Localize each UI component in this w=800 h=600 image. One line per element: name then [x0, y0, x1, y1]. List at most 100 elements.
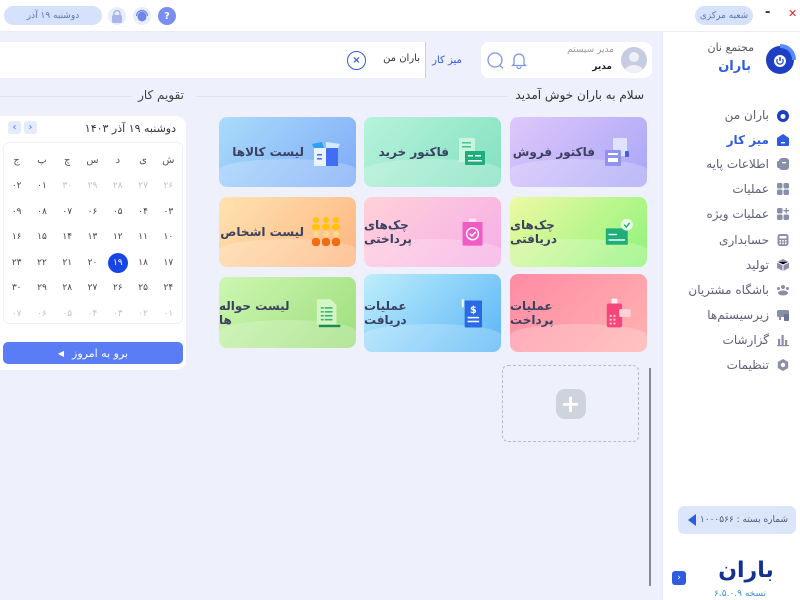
calendar-day-today[interactable]: ۱۹ — [105, 250, 130, 276]
avatar[interactable] — [621, 47, 647, 73]
weekday-header: پ — [37, 155, 47, 167]
card-paid-checks[interactable]: چک‌های پرداختی — [364, 197, 501, 267]
calendar-day-number: ۲۹ — [87, 181, 98, 192]
calendar-day[interactable]: ۱۲ — [105, 225, 130, 251]
calendar-day-number: ۲۳ — [11, 257, 22, 268]
calendar-day[interactable]: ۲۳ — [4, 250, 29, 276]
calendar-day[interactable]: ۲۹ — [29, 276, 54, 302]
calendar-day[interactable]: ۲۷ — [80, 276, 105, 302]
calendar-day[interactable]: ۰۹ — [4, 199, 29, 225]
calendar-day[interactable]: ۰۵ — [105, 199, 130, 225]
sidebar-item-settings[interactable]: تنظیمات — [662, 353, 800, 377]
close-window-button[interactable]: ✕ — [788, 7, 797, 20]
card-transfers-list[interactable]: لیست حواله ها — [219, 277, 356, 348]
calendar-day[interactable]: ۲۶ — [156, 174, 181, 200]
close-tab-icon[interactable]: × — [347, 51, 366, 70]
go-to-today-button[interactable]: برو به امروز ◀ — [3, 342, 183, 364]
calendar-day-number: ۳۰ — [62, 181, 73, 192]
calendar-day[interactable]: ۰۷ — [55, 199, 80, 225]
calendar-day[interactable]: ۱۳ — [80, 225, 105, 251]
card-received-checks[interactable]: چک‌های دریافتی — [510, 197, 647, 267]
welcome-divider — [196, 96, 508, 97]
sidebar-item-label: تنظیمات — [726, 358, 769, 372]
card-receive-operations[interactable]: $ عملیات دریافت — [364, 274, 501, 352]
card-payment-operations[interactable]: عملیات پرداخت — [510, 274, 647, 352]
package-number-badge: شماره بسته : ۱۰۰۰۵۶۶ — [678, 506, 796, 534]
calendar-day[interactable]: ۰۱ — [29, 174, 54, 200]
calendar-day[interactable]: ۲۷ — [130, 174, 155, 200]
sidebar-item-my-baran[interactable]: باران من — [662, 103, 800, 127]
calendar-day-number: ۰۱ — [163, 308, 174, 319]
sidebar-item-production[interactable]: تولید — [662, 253, 800, 277]
calendar-day[interactable]: ۰۸ — [29, 199, 54, 225]
calendar-day[interactable]: ۲۶ — [105, 276, 130, 302]
sidebar-item-subsystems[interactable]: زیرسیستم‌ها — [662, 303, 800, 327]
help-icon[interactable]: ? — [158, 7, 176, 25]
calendar-day[interactable]: ۱۷ — [156, 250, 181, 276]
tab-my-baran[interactable]: باران من — [383, 53, 420, 64]
calendar-day[interactable]: ۳۰ — [55, 174, 80, 200]
calendar-day[interactable]: ۰۳ — [156, 199, 181, 225]
calendar-day[interactable]: ۱۸ — [130, 250, 155, 276]
calendar-day[interactable]: ۰۷ — [4, 301, 29, 327]
calendar-day[interactable]: ۰۴ — [80, 301, 105, 327]
calendar-day[interactable]: ۱۱ — [130, 225, 155, 251]
sidebar-item-reports[interactable]: گزارشات — [662, 328, 800, 352]
sidebar-item-operations[interactable]: عملیات — [662, 177, 800, 201]
calendar-day[interactable]: ۳۰ — [4, 276, 29, 302]
calendar-day[interactable]: ۲۸ — [105, 174, 130, 200]
calendar-next-month-button[interactable]: › — [24, 121, 37, 134]
calendar-day-number: ۱۶ — [11, 232, 22, 243]
card-purchase-invoice[interactable]: فاکتور خرید — [364, 117, 501, 187]
calendar-day[interactable]: ۱۰ — [156, 225, 181, 251]
calendar-day[interactable]: ۰۵ — [55, 301, 80, 327]
sidebar-item-special-operations[interactable]: عملیات ویژه — [662, 202, 800, 226]
brand-logo-icon — [764, 40, 796, 76]
calendar-day[interactable]: ۰۲ — [130, 301, 155, 327]
sidebar-item-desk[interactable]: میز کار — [662, 128, 800, 152]
notifications-bell-icon[interactable] — [510, 51, 528, 73]
calendar-day[interactable]: ۰۶ — [80, 199, 105, 225]
card-people-list[interactable]: لیست اشخاص — [219, 197, 356, 267]
sidebar-toggle-chevron-icon[interactable]: › — [672, 571, 686, 585]
calendar-day[interactable]: ۲۰ — [80, 250, 105, 276]
calendar-day[interactable]: ۱۴ — [55, 225, 80, 251]
sidebar-item-accounting[interactable]: حسابداری — [662, 228, 800, 252]
calendar-day[interactable]: ۲۲ — [29, 250, 54, 276]
calendar-day[interactable]: ۲۱ — [55, 250, 80, 276]
support-headset-icon[interactable] — [133, 7, 151, 25]
calendar-day-number: ۱۴ — [62, 232, 73, 243]
scrollbar[interactable] — [649, 368, 651, 586]
calculator-icon — [775, 233, 790, 248]
top-bar: دوشنبه ۱۹ آذر ? شعبه مرکزی - ✕ — [0, 0, 800, 32]
calendar-day[interactable]: ۰۴ — [130, 199, 155, 225]
card-goods-list[interactable]: لیست کالاها — [219, 117, 356, 187]
basic-info-icon — [775, 157, 790, 172]
add-shortcut-tile[interactable]: + — [502, 365, 639, 442]
sidebar-item-customers-club[interactable]: باشگاه مشتریان — [662, 278, 800, 302]
package-number-label: شماره بسته : ۱۰۰۰۵۶۶ — [699, 515, 788, 525]
calendar-day[interactable]: ۲۴ — [156, 276, 181, 302]
branch-badge[interactable]: شعبه مرکزی — [695, 6, 753, 25]
calendar-day[interactable]: ۱۶ — [4, 225, 29, 251]
caret-left-icon: ◀ — [57, 348, 65, 358]
calendar-day[interactable]: ۰۶ — [29, 301, 54, 327]
calendar-day-number: ۰۳ — [112, 308, 123, 319]
calendar-day[interactable]: ۰۳ — [105, 301, 130, 327]
breadcrumb-current-label: میز کار — [432, 54, 462, 66]
calendar-day[interactable]: ۰۲ — [4, 174, 29, 200]
card-sales-invoice[interactable]: فاکتور فروش — [510, 117, 647, 187]
sidebar-item-basic-info[interactable]: اطلاعات پایه — [662, 152, 800, 176]
calendar-prev-month-button[interactable]: ‹ — [8, 121, 21, 134]
minimize-button[interactable]: - — [765, 5, 770, 20]
calendar-day[interactable]: ۲۹ — [80, 174, 105, 200]
sidebar-item-label: تولید — [745, 258, 769, 272]
search-icon[interactable] — [486, 51, 505, 74]
calendar-day[interactable]: ۱۵ — [29, 225, 54, 251]
breadcrumb-current[interactable]: میز کار — [425, 42, 468, 78]
lock-icon[interactable] — [108, 7, 126, 25]
calendar-day[interactable]: ۲۸ — [55, 276, 80, 302]
calendar-day[interactable]: ۲۵ — [130, 276, 155, 302]
calendar-day[interactable]: ۰۱ — [156, 301, 181, 327]
calendar-day-number: ۰۷ — [11, 308, 22, 319]
